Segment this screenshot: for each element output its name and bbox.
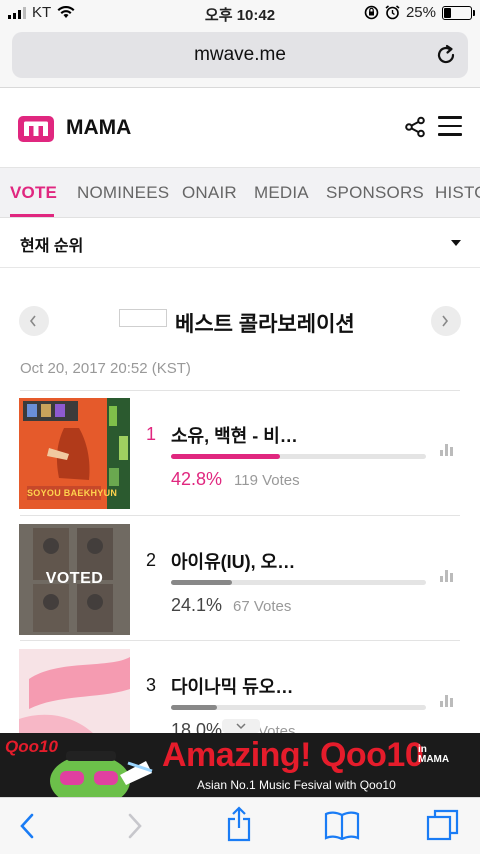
reload-icon[interactable] <box>434 43 458 67</box>
banner-in-mama: in MAMA <box>418 744 450 765</box>
url-text: mwave.me <box>194 44 286 65</box>
vote-count: Votes <box>258 723 296 733</box>
alarm-icon <box>385 5 400 20</box>
list-item[interactable]: VOTED 2 아이유(IU), 오… 24.1% 67 Votes <box>0 516 480 642</box>
vote-count: 119 Votes <box>234 472 300 489</box>
vote-percent: 42.8% <box>171 469 223 489</box>
hamburger-menu-icon[interactable] <box>438 116 462 138</box>
banner-ad[interactable]: Qoo10 Amazing! Qoo10 in MAMA Asian No.1 M… <box>0 733 480 797</box>
battery-icon <box>442 5 475 20</box>
bar-chart-icon[interactable] <box>440 570 454 582</box>
active-tab-indicator <box>10 214 54 217</box>
album-cover[interactable] <box>19 649 130 733</box>
ranking-timestamp: Oct 20, 2017 20:52 (KST) <box>20 360 191 377</box>
mama-logo[interactable] <box>18 116 54 142</box>
song-title[interactable]: 소유, 백현 - 비… <box>171 422 298 448</box>
collapse-button[interactable] <box>222 719 260 733</box>
category-image <box>119 309 167 327</box>
vote-progress-bar <box>171 580 426 585</box>
tab-onair[interactable]: ONAIR <box>182 183 237 203</box>
rotation-lock-icon <box>364 5 379 20</box>
tab-nominees[interactable]: NOMINEES <box>77 183 169 203</box>
tab-media[interactable]: MEDIA <box>254 183 309 203</box>
banner-tagline: Asian No.1 Music Fesival with Qoo10 <box>197 778 396 792</box>
address-bar[interactable]: mwave.me <box>12 32 468 78</box>
banner-headline: Amazing! Qoo10 <box>162 736 424 774</box>
vote-count: 67 Votes <box>233 598 292 615</box>
vote-progress-bar <box>171 454 426 459</box>
vote-percent: 24.1% <box>171 595 223 615</box>
prev-category-button[interactable] <box>19 306 49 336</box>
voted-badge: VOTED <box>45 570 104 587</box>
back-icon[interactable] <box>18 812 36 840</box>
tab-sponsors[interactable]: SPONSORS <box>326 183 424 203</box>
site-header: MAMA <box>0 88 480 168</box>
tabs-icon[interactable] <box>426 808 460 842</box>
album-cover[interactable]: VOTED <box>19 524 130 635</box>
tab-vote[interactable]: VOTE <box>10 183 57 203</box>
album-cover[interactable]: SOYOU BAEKHYUN <box>19 398 130 509</box>
qoo10-logo: Qoo10 <box>5 737 58 756</box>
ranking-dropdown[interactable]: 현재 순위 <box>0 218 480 268</box>
vote-progress-fill <box>171 580 233 585</box>
vote-percent: 18.0% <box>171 720 223 733</box>
list-item[interactable]: SOYOU BAEKHYUN 1 소유, 백현 - 비… 42.8% 119 V… <box>0 390 480 516</box>
song-title[interactable]: 아이유(IU), 오… <box>171 548 295 574</box>
bar-chart-icon[interactable] <box>440 444 454 456</box>
rank-number: 1 <box>146 424 157 444</box>
caret-down-icon <box>451 240 461 246</box>
battery-percent: 25% <box>405 4 436 21</box>
album-caption: SOYOU BAEKHYUN <box>27 488 118 498</box>
tab-history[interactable]: HISTO <box>435 183 480 203</box>
rank-number: 2 <box>146 550 157 570</box>
chevron-left-icon <box>29 315 36 327</box>
dropdown-label: 현재 순위 <box>20 238 84 255</box>
next-category-button[interactable] <box>431 306 461 336</box>
main-tabs: VOTE NOMINEES ONAIR MEDIA SPONSORS HISTO <box>0 168 480 218</box>
browser-toolbar <box>0 797 480 854</box>
category-nav: 베스트 콜라보레이션 <box>0 300 480 344</box>
share-sheet-icon[interactable] <box>226 806 252 842</box>
chevron-down-icon <box>236 723 246 730</box>
browser-address-area: mwave.me <box>0 26 480 88</box>
brand-title[interactable]: MAMA <box>66 116 131 140</box>
rank-number: 3 <box>146 675 157 695</box>
chevron-right-icon <box>442 315 449 327</box>
category-title: 베스트 콜라보레이션 <box>175 313 355 336</box>
vote-progress-fill <box>171 705 217 710</box>
forward-icon[interactable] <box>126 812 144 840</box>
status-bar: KT 오후 10:42 25% <box>0 0 480 26</box>
vote-progress-bar <box>171 705 426 710</box>
bookmarks-icon[interactable] <box>324 810 360 840</box>
bar-chart-icon[interactable] <box>440 695 454 707</box>
song-title[interactable]: 다이나믹 듀오… <box>171 673 293 699</box>
vote-progress-fill <box>171 454 281 459</box>
share-icon[interactable] <box>404 116 426 138</box>
